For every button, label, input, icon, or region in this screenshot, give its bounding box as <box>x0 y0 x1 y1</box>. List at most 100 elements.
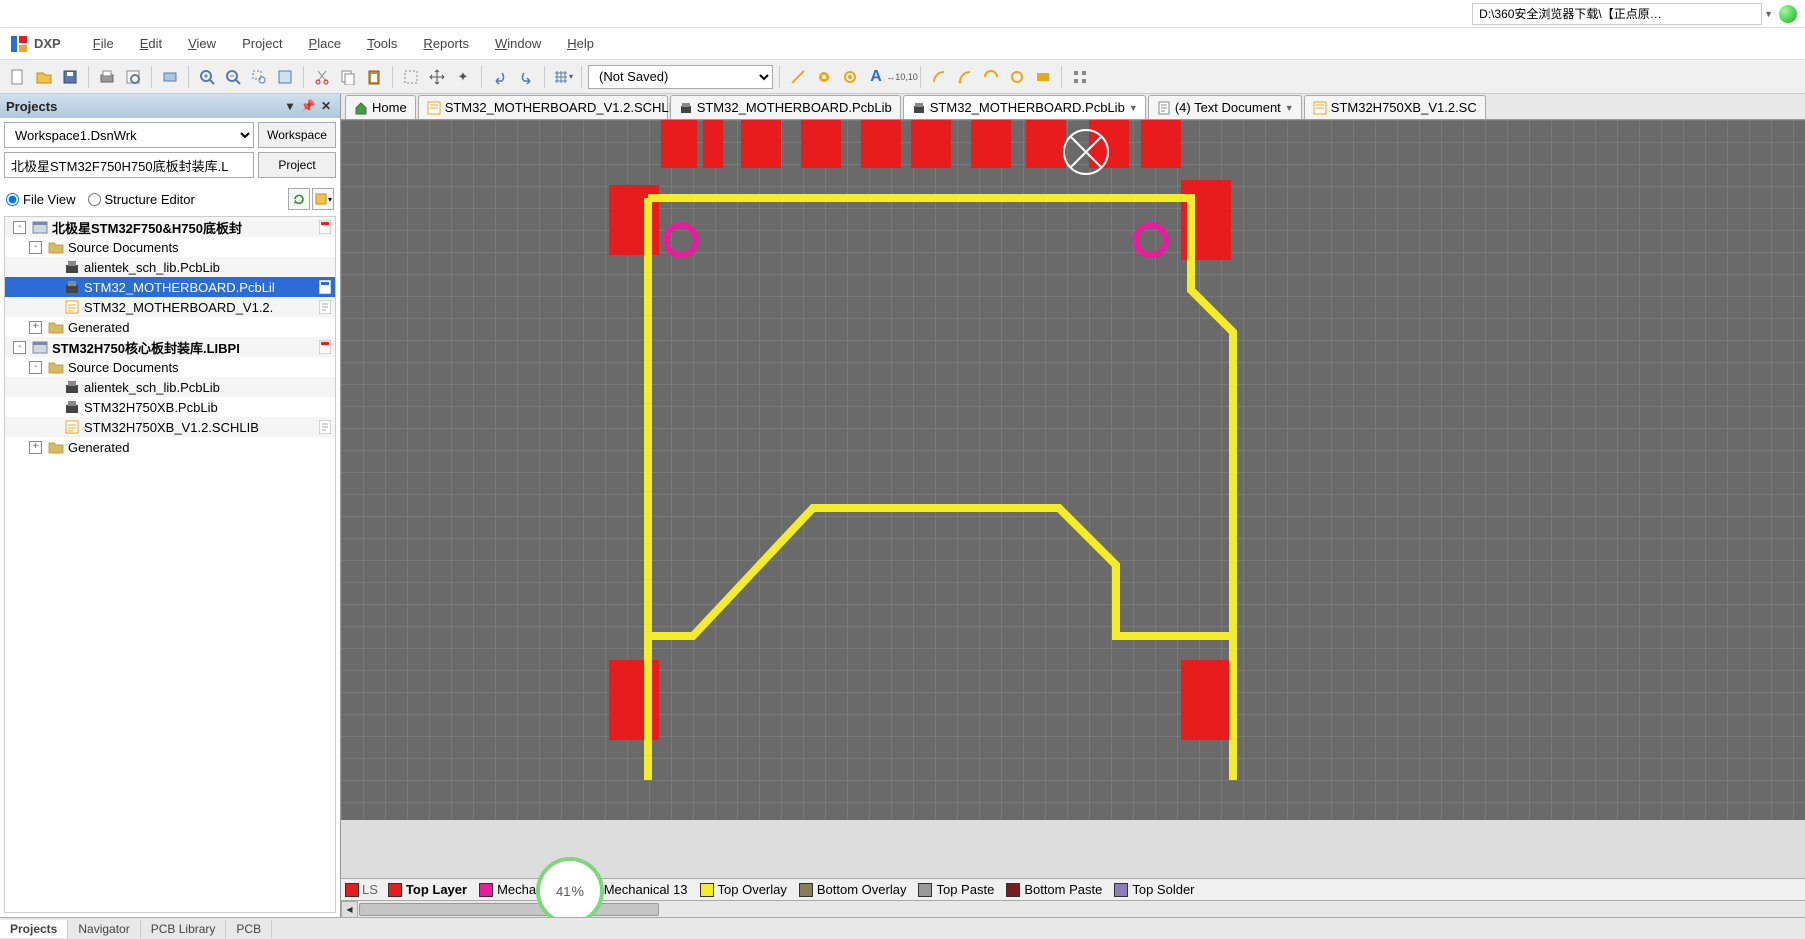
save-icon[interactable] <box>58 65 82 89</box>
layer-tab[interactable]: Top Overlay <box>696 882 791 897</box>
array-paste-icon[interactable] <box>1068 65 1092 89</box>
bottom-tab[interactable]: PCB <box>226 920 272 938</box>
refresh-icon[interactable] <box>1779 5 1797 23</box>
menu-project[interactable]: Project <box>230 31 294 56</box>
tree-toggle-icon[interactable]: - <box>29 361 42 374</box>
menu-tools[interactable]: Tools <box>355 31 409 56</box>
place-full-circle-icon[interactable] <box>1005 65 1029 89</box>
place-arc-center-icon[interactable] <box>927 65 951 89</box>
ls-chip[interactable]: LS <box>345 882 378 897</box>
tree-toggle-icon[interactable]: - <box>13 341 26 354</box>
tree-row[interactable]: STM32H750XB_V1.2.SCHLIB <box>5 417 335 437</box>
tree-row[interactable]: STM32_MOTHERBOARD.PcbLil <box>5 277 335 297</box>
menu-reports[interactable]: Reports <box>411 31 481 56</box>
project-button[interactable]: Project <box>258 152 336 178</box>
grid-icon[interactable]: ▾ <box>551 65 575 89</box>
place-arc-any-icon[interactable] <box>979 65 1003 89</box>
panel-pin-icon[interactable]: 📌 <box>300 98 316 114</box>
file-view-radio[interactable]: File View <box>6 192 76 207</box>
layer-tab[interactable]: Top Layer <box>384 882 471 897</box>
tree-row[interactable]: -Source Documents <box>5 357 335 377</box>
paste-icon[interactable] <box>362 65 386 89</box>
tree-row[interactable]: +Generated <box>5 317 335 337</box>
bottom-panel-tabs: ProjectsNavigatorPCB LibraryPCB <box>0 917 1805 939</box>
tab-dropdown-icon[interactable]: ▼ <box>1285 103 1293 113</box>
bottom-tab[interactable]: Projects <box>0 920 68 938</box>
menu-edit[interactable]: Edit <box>128 31 174 56</box>
redo-icon[interactable] <box>514 65 538 89</box>
layer-tab[interactable]: Bottom Paste <box>1002 882 1106 897</box>
tree-row[interactable]: -Source Documents <box>5 237 335 257</box>
copy-icon[interactable] <box>336 65 360 89</box>
bottom-tab[interactable]: PCB Library <box>141 920 227 938</box>
menu-place[interactable]: Place <box>297 31 354 56</box>
layer-filter-select[interactable]: (Not Saved) <box>588 65 773 89</box>
doc-tab[interactable]: STM32_MOTHERBOARD.PcbLib▼ <box>903 95 1146 119</box>
tree-toggle-icon[interactable]: - <box>29 241 42 254</box>
doc-tab[interactable]: STM32H750XB_V1.2.SC <box>1304 95 1486 119</box>
bottom-tab[interactable]: Navigator <box>68 920 140 938</box>
path-input[interactable] <box>1472 3 1762 25</box>
new-icon[interactable] <box>6 65 30 89</box>
cut-icon[interactable] <box>310 65 334 89</box>
print-icon[interactable] <box>95 65 119 89</box>
tree-item-label: STM32H750XB.PcbLib <box>84 400 333 415</box>
panel-close-icon[interactable]: ✕ <box>318 98 334 114</box>
panel-dropdown-icon[interactable]: ▾ <box>282 98 298 114</box>
dropdown-icon[interactable]: ▼ <box>1764 9 1773 19</box>
tree-row[interactable]: STM32_MOTHERBOARD_V1.2. <box>5 297 335 317</box>
tree-options-icon[interactable]: ▾ <box>312 188 334 210</box>
place-string-icon[interactable]: A <box>864 65 888 89</box>
tree-row[interactable]: -北极星STM32F750&H750底板封 <box>5 217 335 237</box>
tree-row[interactable]: +Generated <box>5 437 335 457</box>
tree-toggle-icon[interactable]: - <box>13 221 26 234</box>
menu-file[interactable]: File <box>81 31 126 56</box>
grid-snap-icon[interactable]: ✦ <box>451 65 475 89</box>
project-tree[interactable]: -北极星STM32F750&H750底板封-Source Documentsal… <box>4 216 336 913</box>
structure-editor-radio[interactable]: Structure Editor <box>88 192 195 207</box>
place-dimension-icon[interactable]: ↔10,10 <box>890 65 914 89</box>
tree-row[interactable]: STM32H750XB.PcbLib <box>5 397 335 417</box>
refresh-tree-icon[interactable] <box>288 188 310 210</box>
place-line-icon[interactable] <box>786 65 810 89</box>
workspace-icon[interactable] <box>158 65 182 89</box>
menu-window[interactable]: Window <box>483 31 553 56</box>
tree-row[interactable]: -STM32H750核心板封装库.LIBPI <box>5 337 335 357</box>
scroll-thumb[interactable] <box>359 903 659 916</box>
doc-tab[interactable]: Home <box>345 95 416 119</box>
layer-tab[interactable]: Top Solder <box>1110 882 1198 897</box>
place-via-icon[interactable] <box>838 65 862 89</box>
folder-icon <box>48 319 64 335</box>
scroll-left-icon[interactable]: ◀ <box>341 901 358 917</box>
pcb-canvas[interactable] <box>341 120 1805 820</box>
zoom-window-icon[interactable] <box>247 65 271 89</box>
tree-toggle-icon[interactable]: + <box>29 321 42 334</box>
doc-tab[interactable]: STM32_MOTHERBOARD.PcbLib <box>670 95 901 119</box>
undo-icon[interactable] <box>488 65 512 89</box>
tree-row[interactable]: alientek_sch_lib.PcbLib <box>5 377 335 397</box>
zoom-out-icon[interactable] <box>221 65 245 89</box>
layer-tab[interactable]: Top Paste <box>914 882 998 897</box>
place-rectangle-icon[interactable] <box>1031 65 1055 89</box>
print-preview-icon[interactable] <box>121 65 145 89</box>
workspace-select[interactable]: Workspace1.DsnWrk <box>4 122 254 148</box>
tree-toggle-icon[interactable]: + <box>29 441 42 454</box>
dxp-brand[interactable]: DXP <box>34 36 61 51</box>
zoom-fit-icon[interactable] <box>273 65 297 89</box>
place-pad-icon[interactable] <box>812 65 836 89</box>
doc-tab[interactable]: (4) Text Document▼ <box>1148 95 1302 119</box>
doc-tab[interactable]: STM32_MOTHERBOARD_V1.2.SCHLIB <box>418 95 668 119</box>
project-path-input[interactable] <box>4 152 254 178</box>
workspace-button[interactable]: Workspace <box>258 122 336 148</box>
tab-dropdown-icon[interactable]: ▼ <box>1129 103 1137 113</box>
pcb-canvas-wrap: LS Top LayerMechanical 1Mechanical 13Top… <box>341 120 1805 917</box>
menu-help[interactable]: Help <box>555 31 606 56</box>
place-arc-edge-icon[interactable] <box>953 65 977 89</box>
move-icon[interactable] <box>425 65 449 89</box>
menu-view[interactable]: View <box>176 31 228 56</box>
layer-tab[interactable]: Bottom Overlay <box>795 882 911 897</box>
select-icon[interactable] <box>399 65 423 89</box>
zoom-in-icon[interactable] <box>195 65 219 89</box>
open-icon[interactable] <box>32 65 56 89</box>
tree-row[interactable]: alientek_sch_lib.PcbLib <box>5 257 335 277</box>
